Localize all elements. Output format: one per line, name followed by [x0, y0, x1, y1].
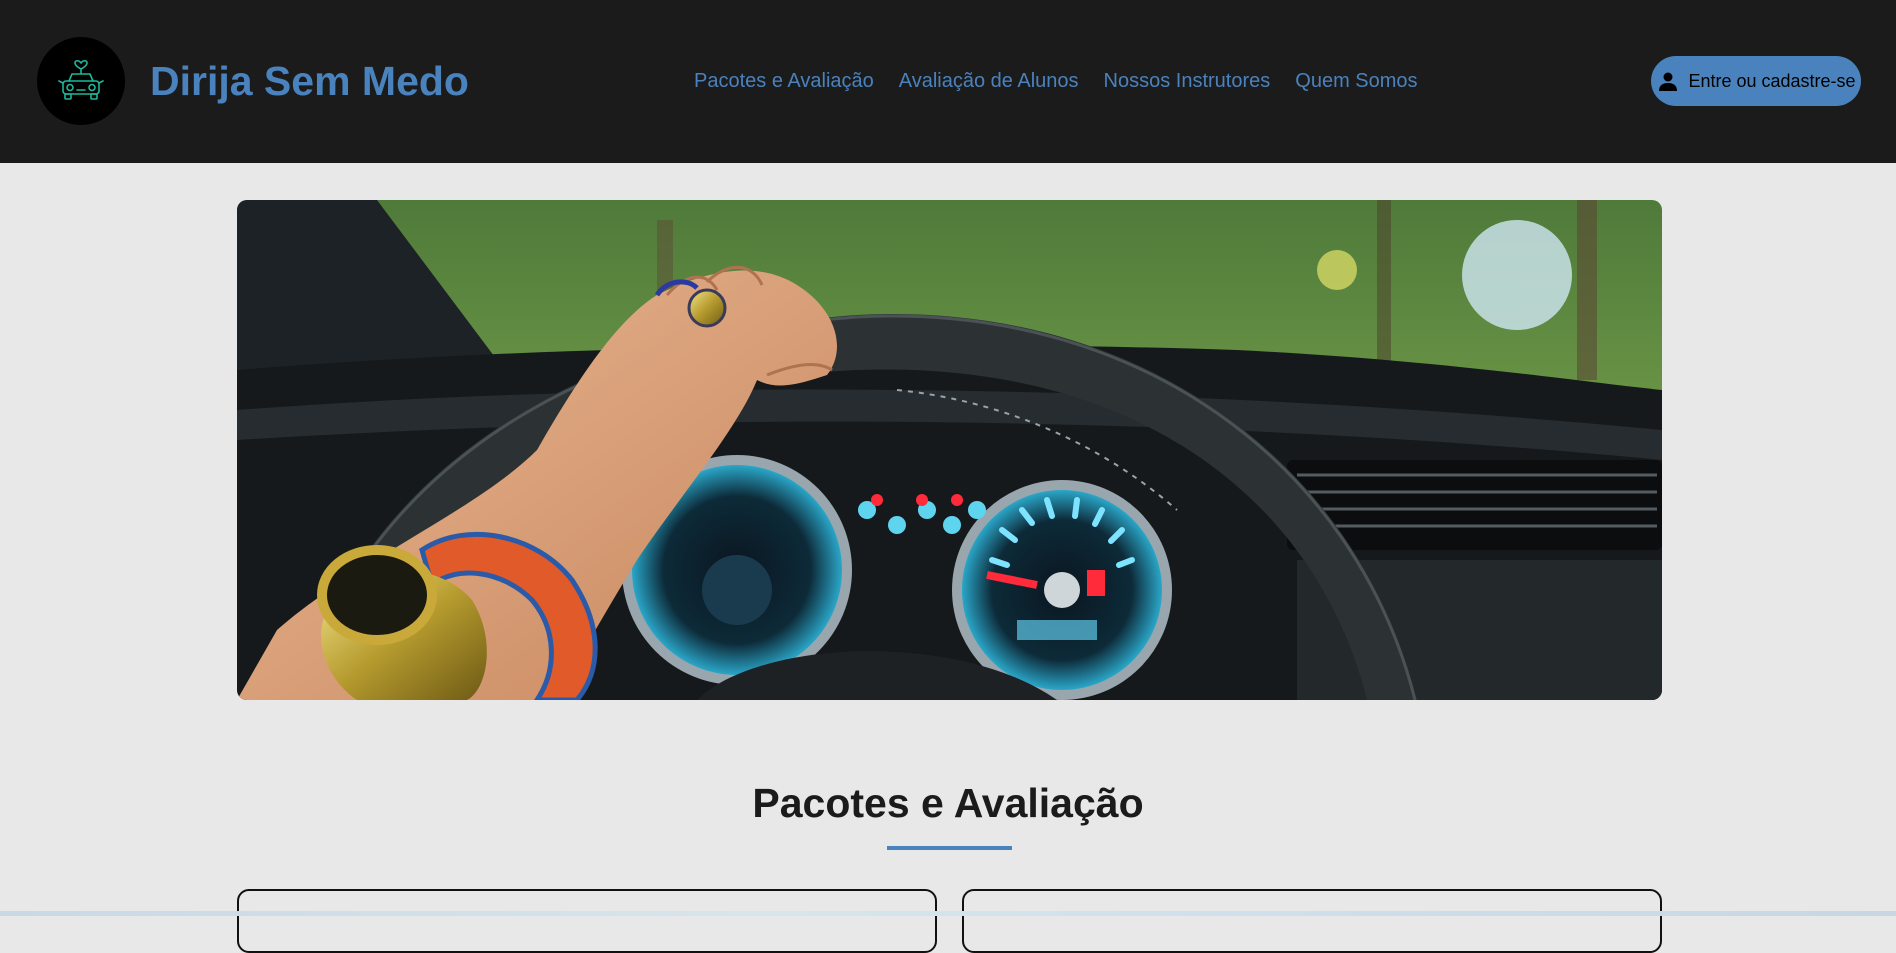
nav-link-quem-somos[interactable]: Quem Somos	[1295, 68, 1417, 94]
login-button[interactable]: Entre ou cadastre-se	[1651, 56, 1861, 106]
brand-name[interactable]: Dirija Sem Medo	[150, 56, 469, 106]
main-nav: Pacotes e Avaliação Avaliação de Alunos …	[694, 68, 1418, 94]
site-header: Dirija Sem Medo Pacotes e Avaliação Aval…	[0, 0, 1896, 163]
title-underline	[887, 846, 1012, 850]
hero-image	[237, 200, 1662, 700]
package-card[interactable]	[237, 889, 937, 953]
hero-photo-illustration	[237, 200, 1662, 700]
car-heart-icon	[58, 59, 104, 100]
section-title: Pacotes e Avaliação	[752, 780, 1144, 826]
logo[interactable]	[37, 37, 125, 125]
login-button-label: Entre ou cadastre-se	[1688, 70, 1856, 91]
bottom-strip	[0, 911, 1896, 916]
nav-link-pacotes[interactable]: Pacotes e Avaliação	[694, 68, 874, 94]
nav-link-instrutores[interactable]: Nossos Instrutores	[1104, 68, 1271, 94]
nav-link-avaliacao-alunos[interactable]: Avaliação de Alunos	[899, 68, 1079, 94]
package-card[interactable]	[962, 889, 1662, 953]
user-icon	[1659, 72, 1678, 91]
